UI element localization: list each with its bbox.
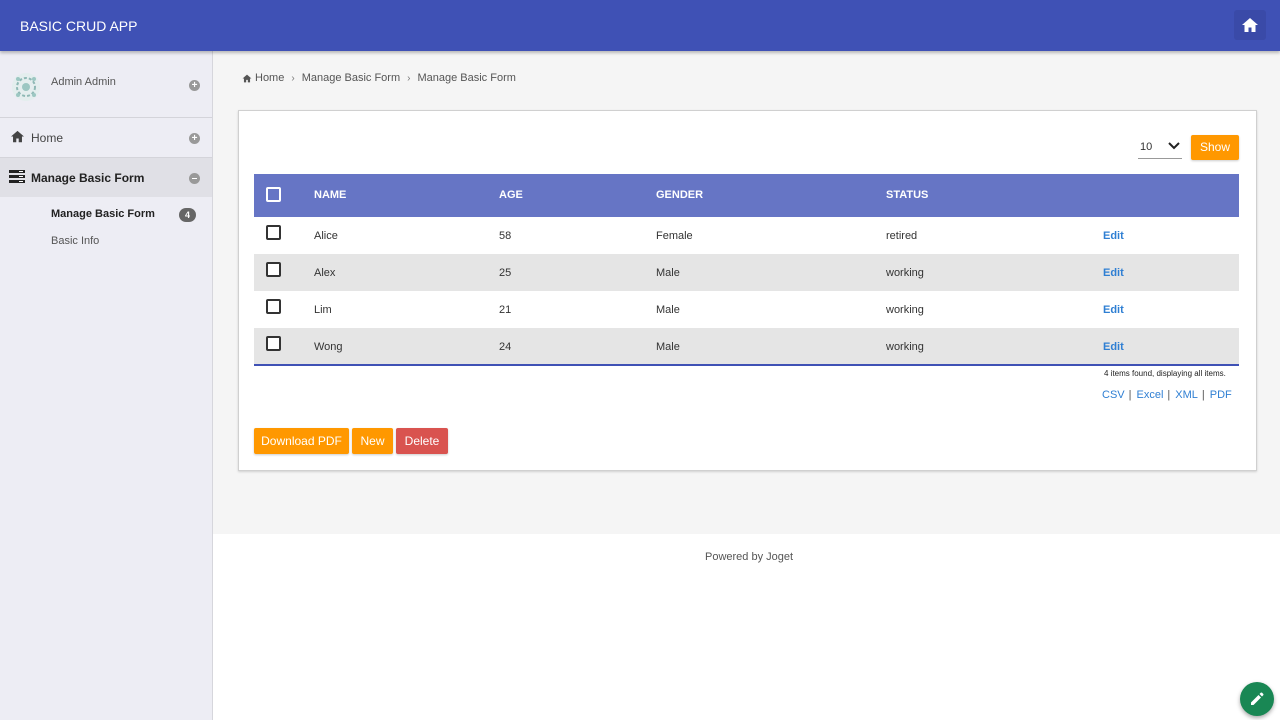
page-size-value: 10 bbox=[1140, 141, 1153, 153]
home-icon bbox=[11, 130, 24, 143]
edit-fab-button[interactable] bbox=[1240, 682, 1274, 716]
column-header-name[interactable]: NAME bbox=[314, 189, 346, 201]
select-all-checkbox[interactable] bbox=[266, 187, 281, 202]
cell-age: 58 bbox=[499, 230, 512, 242]
cell-name: Alice bbox=[314, 230, 338, 242]
table-row: Alice 58 Female retired Edit bbox=[254, 217, 1239, 254]
row-checkbox[interactable] bbox=[266, 336, 281, 351]
home-icon bbox=[1242, 18, 1258, 32]
cell-gender: Male bbox=[656, 341, 680, 353]
expand-icon[interactable]: + bbox=[189, 80, 200, 91]
row-checkbox[interactable] bbox=[266, 299, 281, 314]
sidebar-subitem-manage-basic-form[interactable]: Manage Basic Form bbox=[51, 208, 155, 220]
breadcrumb-home[interactable]: Home bbox=[255, 72, 284, 84]
cell-status: working bbox=[886, 267, 924, 279]
table-header: NAME AGE GENDER STATUS bbox=[254, 174, 1239, 217]
export-links: CSV | Excel | XML | PDF bbox=[1102, 389, 1232, 401]
sidebar-item-manage-basic-form[interactable]: Manage Basic Form bbox=[0, 158, 212, 197]
export-csv-link[interactable]: CSV bbox=[1102, 389, 1125, 401]
table-divider bbox=[254, 364, 1239, 366]
cell-status: working bbox=[886, 341, 924, 353]
chevron-right-icon: › bbox=[291, 72, 295, 84]
cell-gender: Female bbox=[656, 230, 693, 242]
column-header-gender[interactable]: GENDER bbox=[656, 189, 703, 201]
cell-age: 24 bbox=[499, 341, 512, 353]
export-excel-link[interactable]: Excel bbox=[1136, 389, 1163, 401]
collapse-icon[interactable] bbox=[189, 173, 200, 184]
chevron-down-icon bbox=[1168, 142, 1180, 150]
column-header-status[interactable]: STATUS bbox=[886, 189, 928, 201]
sidebar-item-label: Manage Basic Form bbox=[31, 171, 145, 185]
avatar bbox=[12, 73, 40, 101]
results-count: 4 items found, displaying all items. bbox=[1104, 369, 1226, 378]
breadcrumb-current: Manage Basic Form bbox=[417, 72, 516, 84]
download-pdf-button[interactable]: Download PDF bbox=[254, 428, 349, 454]
cell-status: retired bbox=[886, 230, 918, 242]
breadcrumb-item[interactable]: Manage Basic Form bbox=[302, 72, 400, 84]
cell-gender: Male bbox=[656, 304, 680, 316]
row-checkbox[interactable] bbox=[266, 262, 281, 277]
home-icon bbox=[242, 74, 252, 82]
new-button[interactable]: New bbox=[352, 428, 393, 454]
cell-name: Wong bbox=[314, 341, 343, 353]
row-checkbox[interactable] bbox=[266, 225, 281, 240]
sidebar: Admin Admin + Home + Manage Basic Form M… bbox=[0, 51, 213, 720]
sidebar-item-label: Home bbox=[31, 131, 64, 145]
column-header-age[interactable]: AGE bbox=[499, 189, 523, 201]
home-button[interactable] bbox=[1234, 10, 1266, 40]
user-profile[interactable]: Admin Admin + bbox=[0, 51, 212, 118]
expand-icon[interactable]: + bbox=[189, 133, 200, 144]
cell-age: 21 bbox=[499, 304, 512, 316]
breadcrumb: Home › Manage Basic Form › Manage Basic … bbox=[242, 72, 516, 84]
edit-link[interactable]: Edit bbox=[1103, 230, 1124, 242]
footer-text: Powered by Joget bbox=[705, 551, 794, 563]
list-icon bbox=[9, 170, 25, 183]
export-pdf-link[interactable]: PDF bbox=[1210, 389, 1232, 401]
cell-gender: Male bbox=[656, 267, 680, 279]
show-button[interactable]: Show bbox=[1191, 135, 1239, 160]
chevron-right-icon: › bbox=[407, 72, 411, 84]
delete-button[interactable]: Delete bbox=[396, 428, 448, 454]
user-name: Admin Admin bbox=[51, 76, 116, 88]
table-row: Wong 24 Male working Edit bbox=[254, 328, 1239, 365]
export-xml-link[interactable]: XML bbox=[1175, 389, 1198, 401]
count-badge: 4 bbox=[179, 208, 196, 222]
edit-link[interactable]: Edit bbox=[1103, 304, 1124, 316]
page-size-select[interactable]: 10 bbox=[1138, 136, 1182, 159]
top-bar: BASIC CRUD APP bbox=[0, 0, 1280, 51]
table-row: Lim 21 Male working Edit bbox=[254, 291, 1239, 328]
sidebar-item-home[interactable]: Home + bbox=[0, 118, 212, 158]
pencil-icon bbox=[1251, 692, 1264, 705]
edit-link[interactable]: Edit bbox=[1103, 267, 1124, 279]
edit-link[interactable]: Edit bbox=[1103, 341, 1124, 353]
cell-name: Alex bbox=[314, 267, 336, 279]
cell-age: 25 bbox=[499, 267, 512, 279]
cell-status: working bbox=[886, 304, 924, 316]
sidebar-subitem-basic-info[interactable]: Basic Info bbox=[51, 235, 99, 247]
cell-name: Lim bbox=[314, 304, 332, 316]
app-title[interactable]: BASIC CRUD APP bbox=[20, 18, 137, 34]
table-row: Alex 25 Male working Edit bbox=[254, 254, 1239, 291]
